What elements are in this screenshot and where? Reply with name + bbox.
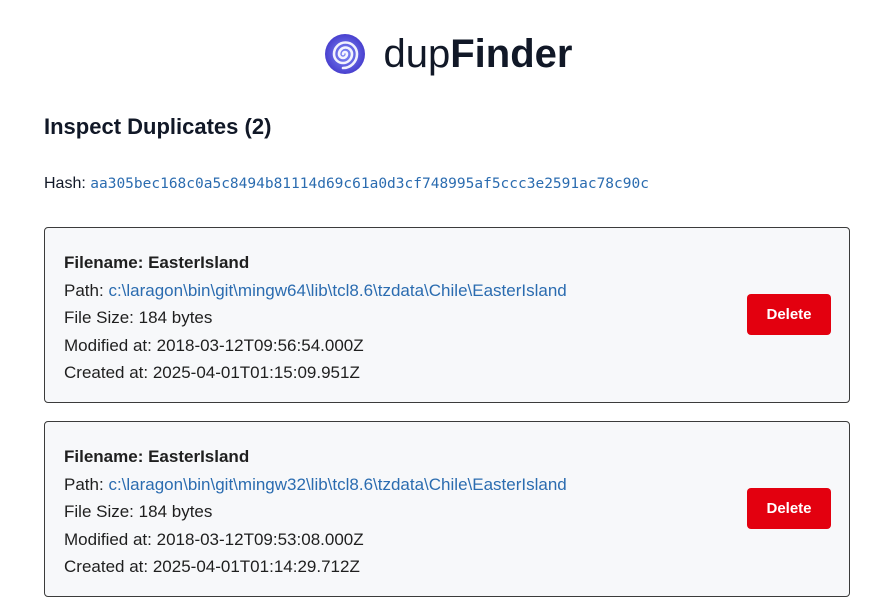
duplicate-file-card: Filename: EasterIsland Path: c:\laragon\…	[44, 227, 850, 403]
delete-button[interactable]: Delete	[747, 488, 831, 529]
file-details: Filename: EasterIsland Path: c:\laragon\…	[64, 443, 567, 581]
size-line: File Size: 184 bytes	[64, 304, 567, 332]
modified-label: Modified at:	[64, 529, 152, 549]
file-path-link[interactable]: c:\laragon\bin\git\mingw32\lib\tcl8.6\tz…	[108, 475, 566, 494]
path-label: Path:	[64, 280, 104, 300]
size-value: 184 bytes	[138, 502, 213, 521]
size-label: File Size:	[64, 502, 134, 521]
path-line: Path: c:\laragon\bin\git\mingw32\lib\tcl…	[64, 471, 567, 499]
modified-line: Modified at: 2018-03-12T09:53:08.000Z	[64, 526, 567, 554]
hash-row: Hash: aa305bec168c0a5c8494b81114d69c61a0…	[44, 175, 649, 193]
created-value: 2025-04-01T01:14:29.712Z	[152, 557, 360, 576]
hash-value: aa305bec168c0a5c8494b81114d69c61a0d3cf74…	[90, 176, 649, 192]
path-label: Path:	[64, 474, 104, 494]
page-title: Inspect Duplicates (2)	[44, 114, 272, 139]
size-line: File Size: 184 bytes	[64, 498, 567, 526]
delete-button[interactable]: Delete	[747, 294, 831, 335]
filename-value: EasterIsland	[148, 447, 250, 466]
file-path-link[interactable]: c:\laragon\bin\git\mingw64\lib\tcl8.6\tz…	[108, 281, 566, 300]
modified-value: 2018-03-12T09:56:54.000Z	[156, 335, 364, 355]
created-label: Created at:	[64, 363, 149, 382]
filename-label: Filename:	[64, 447, 144, 466]
created-value: 2025-04-01T01:15:09.951Z	[152, 363, 360, 382]
brand-light-text: dup	[383, 32, 451, 76]
filename-value: EasterIsland	[148, 253, 250, 272]
brand-wordmark: dupFinder	[384, 30, 573, 78]
brand-bold-text: Finder	[450, 32, 573, 76]
filename-line: Filename: EasterIsland	[64, 443, 567, 471]
created-label: Created at:	[64, 557, 149, 576]
hash-label: Hash:	[44, 175, 86, 192]
path-line: Path: c:\laragon\bin\git\mingw64\lib\tcl…	[64, 277, 567, 305]
filename-line: Filename: EasterIsland	[64, 249, 567, 277]
app-header: dupFinder	[0, 30, 896, 78]
file-details: Filename: EasterIsland Path: c:\laragon\…	[64, 249, 567, 387]
size-label: File Size:	[64, 308, 134, 327]
size-value: 184 bytes	[138, 308, 213, 327]
filename-label: Filename:	[64, 253, 144, 272]
spiral-logo-icon	[324, 34, 365, 74]
modified-value: 2018-03-12T09:53:08.000Z	[156, 529, 364, 549]
modified-line: Modified at: 2018-03-12T09:56:54.000Z	[64, 332, 567, 360]
created-line: Created at: 2025-04-01T01:14:29.712Z	[64, 553, 567, 581]
created-line: Created at: 2025-04-01T01:15:09.951Z	[64, 359, 567, 387]
duplicate-file-card: Filename: EasterIsland Path: c:\laragon\…	[44, 421, 850, 597]
modified-label: Modified at:	[64, 335, 152, 355]
